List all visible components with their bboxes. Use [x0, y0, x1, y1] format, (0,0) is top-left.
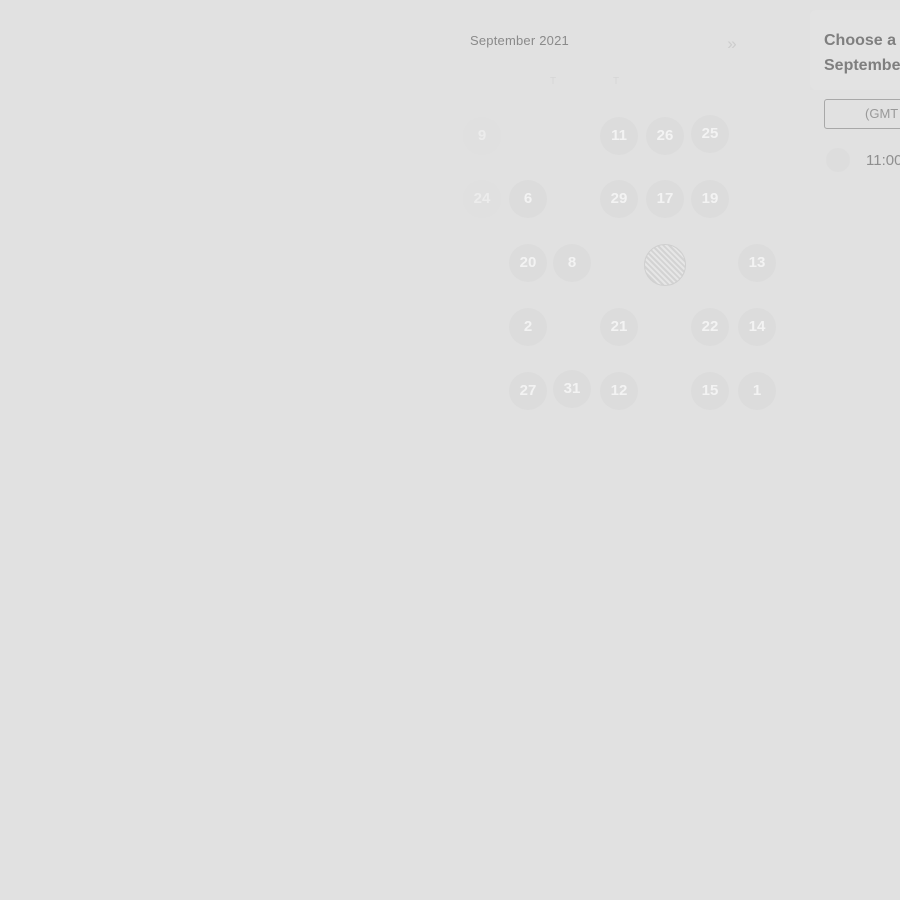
day-cell[interactable]: 14: [738, 308, 776, 346]
day-cell[interactable]: 27: [509, 372, 547, 410]
month-title: September 2021: [470, 33, 569, 48]
weekday-label: T: [549, 76, 557, 87]
time-panel-title-line: Choose a: [824, 32, 897, 49]
timezone-select[interactable]: (GMT: [824, 99, 900, 129]
day-cell[interactable]: 20: [509, 244, 547, 282]
day-cell[interactable]: 11: [600, 117, 638, 155]
day-cell[interactable]: 26: [646, 117, 684, 155]
day-cell[interactable]: 2: [509, 308, 547, 346]
time-panel-title: Choose a Septembe: [824, 28, 900, 78]
day-cell[interactable]: 1: [738, 372, 776, 410]
day-cell[interactable]: 25: [691, 115, 729, 153]
day-cell[interactable]: 21: [600, 308, 638, 346]
day-cell[interactable]: 19: [691, 180, 729, 218]
day-cell[interactable]: 15: [691, 372, 729, 410]
time-panel-date-line: Septembe: [824, 57, 900, 74]
day-cell[interactable]: 9: [463, 117, 501, 155]
day-cell[interactable]: 24: [463, 180, 501, 218]
day-cell[interactable]: 6: [509, 180, 547, 218]
day-cell[interactable]: 31: [553, 370, 591, 408]
time-slot-label[interactable]: 11:00: [866, 152, 900, 169]
day-cell[interactable]: 8: [553, 244, 591, 282]
next-month-icon[interactable]: »: [722, 34, 742, 54]
day-cell[interactable]: 12: [600, 372, 638, 410]
day-cell[interactable]: 13: [738, 244, 776, 282]
day-cell[interactable]: 29: [600, 180, 638, 218]
day-cell[interactable]: 22: [691, 308, 729, 346]
time-slot-radio[interactable]: [826, 148, 850, 172]
selected-day-cell[interactable]: [644, 244, 686, 286]
weekday-label: T: [612, 76, 620, 87]
day-cell[interactable]: 17: [646, 180, 684, 218]
